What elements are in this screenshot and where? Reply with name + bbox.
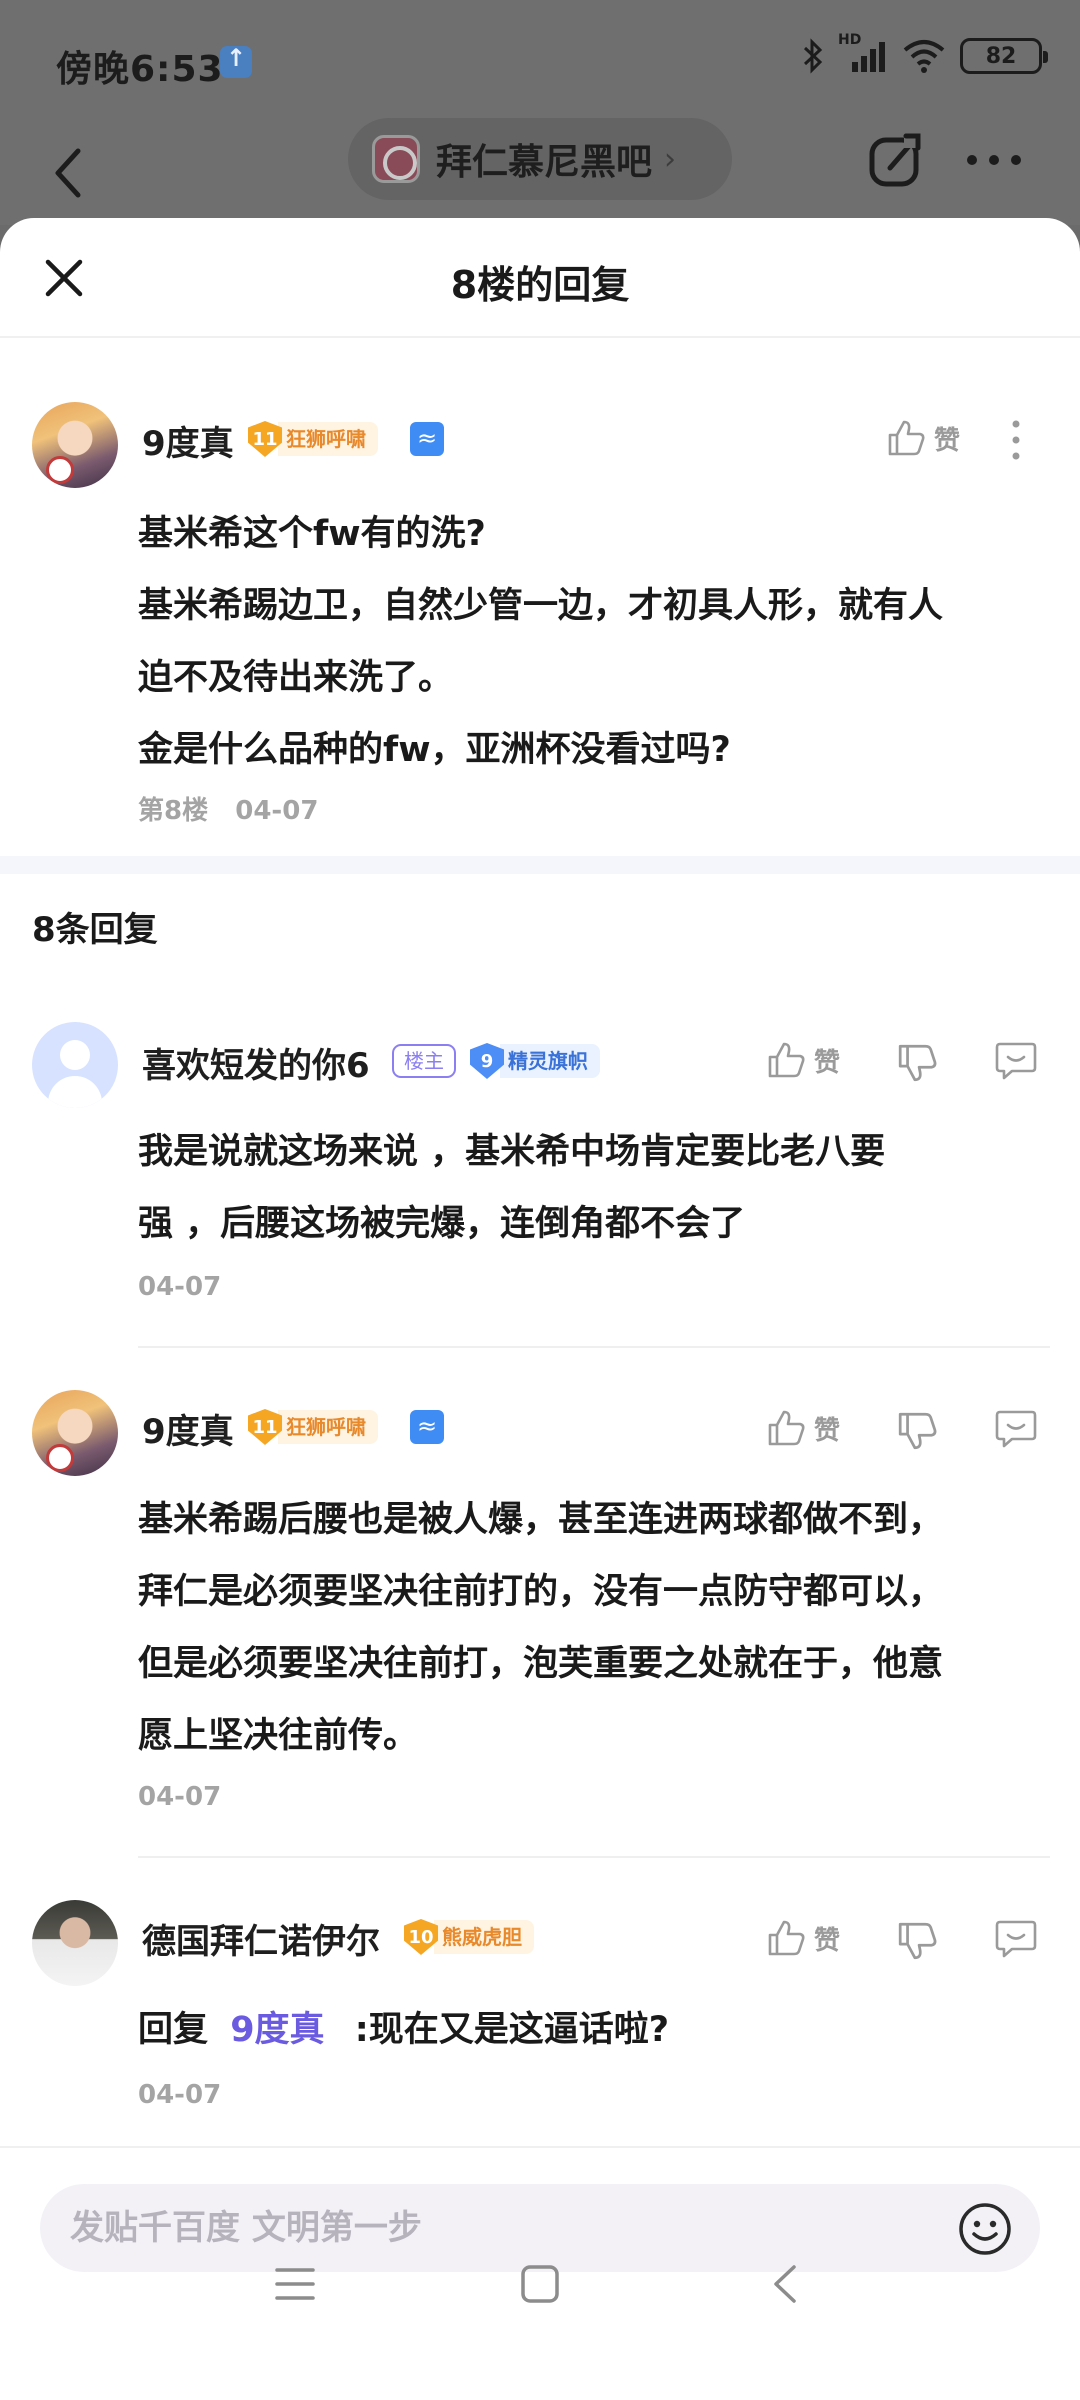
reply-line: 拜仁是必须要坚决往前打的，没有一点防守都可以，: [138, 1572, 944, 1612]
reply-actions: 赞: [0, 1040, 1080, 1090]
more-vertical-icon[interactable]: [1008, 418, 1024, 462]
system-nav-bar: [0, 2228, 1080, 2358]
more-icon[interactable]: [964, 145, 1024, 175]
reply-date: 04-07: [138, 1782, 222, 1812]
thumbs-down-icon[interactable]: [896, 1042, 938, 1084]
reply-content: 回复 9度真 :现在又是这逼话啦?: [138, 1994, 1038, 2066]
status-bar: 傍晚6:53 HD 82: [0, 0, 1080, 125]
like-label: 赞: [814, 1415, 841, 1446]
reply-actions: 赞: [0, 1918, 1080, 1968]
sheet-title: 8楼的回复: [450, 263, 630, 307]
upload-notification-icon: [220, 44, 252, 78]
post-line: 基米希这个fw有的洗?: [138, 514, 486, 554]
share-icon[interactable]: [868, 132, 924, 188]
username[interactable]: 9度真: [142, 416, 234, 465]
post-line: 基米希踢边卫，自然少管一边，才初具人形，就有人: [138, 586, 944, 626]
forum-name: 拜仁慕尼黑吧: [436, 142, 653, 183]
floor-number: 第8楼: [138, 796, 209, 826]
like-label: 赞: [814, 1925, 841, 1956]
thumbs-up-icon: [888, 420, 925, 456]
like-button[interactable]: 赞: [766, 1918, 840, 1958]
thumbs-up-icon: [768, 1042, 805, 1078]
like-button[interactable]: 赞: [886, 418, 960, 458]
section-divider: [0, 856, 1080, 874]
reply-count: 8条回复: [32, 910, 158, 950]
chevron-right-icon: ›: [664, 141, 677, 177]
post-line: 金是什么品种的fw，亚洲杯没看过吗?: [138, 730, 731, 770]
thumbs-up-icon: [768, 1410, 805, 1446]
mentioned-user-link[interactable]: 9度真: [230, 2010, 324, 2050]
reply-sheet: 8楼的回复 9度真 11 狂狮呼啸 ≈ 赞 基米希这个fw有的洗? 基米希踢边卫…: [0, 218, 1080, 2400]
like-button[interactable]: 赞: [766, 1408, 840, 1448]
home-icon[interactable]: [520, 2264, 560, 2304]
wifi-icon: [903, 40, 945, 73]
reply-divider: [138, 1346, 1050, 1348]
aquarius-icon: ≈: [410, 422, 444, 456]
reply-line: 但是必须要坚决往前打，泡芙重要之处就在于，他意: [138, 1644, 944, 1684]
reply-content: 基米希踢后腰也是被人爆，甚至连进两球都做不到， 拜仁是必须要坚决往前打的，没有一…: [138, 1484, 1038, 1772]
post-date: 04-07: [235, 796, 319, 826]
reply-divider: [138, 1856, 1050, 1858]
reply-line: 愿上坚决往前传。: [138, 1716, 419, 1756]
post-content: 基米希这个fw有的洗? 基米希踢边卫，自然少管一边，才初具人形，就有人 迫不及待…: [138, 498, 1038, 786]
level-badge: 11 狂狮呼啸: [248, 420, 378, 458]
comment-icon[interactable]: [994, 1040, 1038, 1082]
back-arrow-icon[interactable]: [48, 143, 88, 203]
reply-actions: 赞: [0, 1408, 1080, 1458]
menu-icon[interactable]: [274, 2264, 316, 2304]
comment-icon[interactable]: [994, 1918, 1038, 1960]
avatar[interactable]: [32, 402, 118, 488]
bluetooth-icon: [803, 38, 823, 74]
status-time: 傍晚6:53: [56, 49, 224, 90]
thumbs-down-icon[interactable]: [896, 1920, 938, 1962]
reply-prefix: 回复: [138, 2010, 209, 2050]
like-button[interactable]: 赞: [766, 1040, 840, 1080]
post-meta: 第8楼 04-07: [138, 790, 318, 827]
reply-date: 04-07: [138, 1272, 222, 1302]
comment-icon[interactable]: [994, 1408, 1038, 1450]
like-label: 赞: [814, 1047, 841, 1078]
signal-icon: HD: [838, 32, 888, 74]
battery-indicator: 82: [960, 38, 1048, 74]
like-label: 赞: [934, 425, 961, 456]
thumbs-down-icon[interactable]: [896, 1410, 938, 1452]
back-icon[interactable]: [770, 2264, 800, 2304]
level-title: 狂狮呼啸: [278, 422, 378, 456]
reply-line: 强 ，后腰这场被完爆，连倒角都不会了: [138, 1204, 746, 1244]
sheet-header: 8楼的回复: [0, 218, 1080, 338]
reply-content: 我是说就这场来说 ，基米希中场肯定要比老八要 强 ，后腰这场被完爆，连倒角都不会…: [138, 1116, 1038, 1260]
level-shield-icon: 11: [248, 421, 282, 457]
reply-date: 04-07: [138, 2080, 222, 2110]
forum-name-pill[interactable]: 拜仁慕尼黑吧 ›: [348, 118, 732, 200]
thumbs-up-icon: [768, 1920, 805, 1956]
post-line: 迫不及待出来洗了。: [138, 658, 454, 698]
reply-line: 基米希踢后腰也是被人爆，甚至连进两球都做不到，: [138, 1500, 944, 1540]
reply-text: :现在又是这逼话啦?: [354, 2010, 670, 2050]
reply-line: 我是说就这场来说 ，基米希中场肯定要比老八要: [138, 1132, 886, 1172]
status-icons: HD 82: [802, 32, 1048, 74]
forum-logo-icon: [372, 135, 420, 183]
